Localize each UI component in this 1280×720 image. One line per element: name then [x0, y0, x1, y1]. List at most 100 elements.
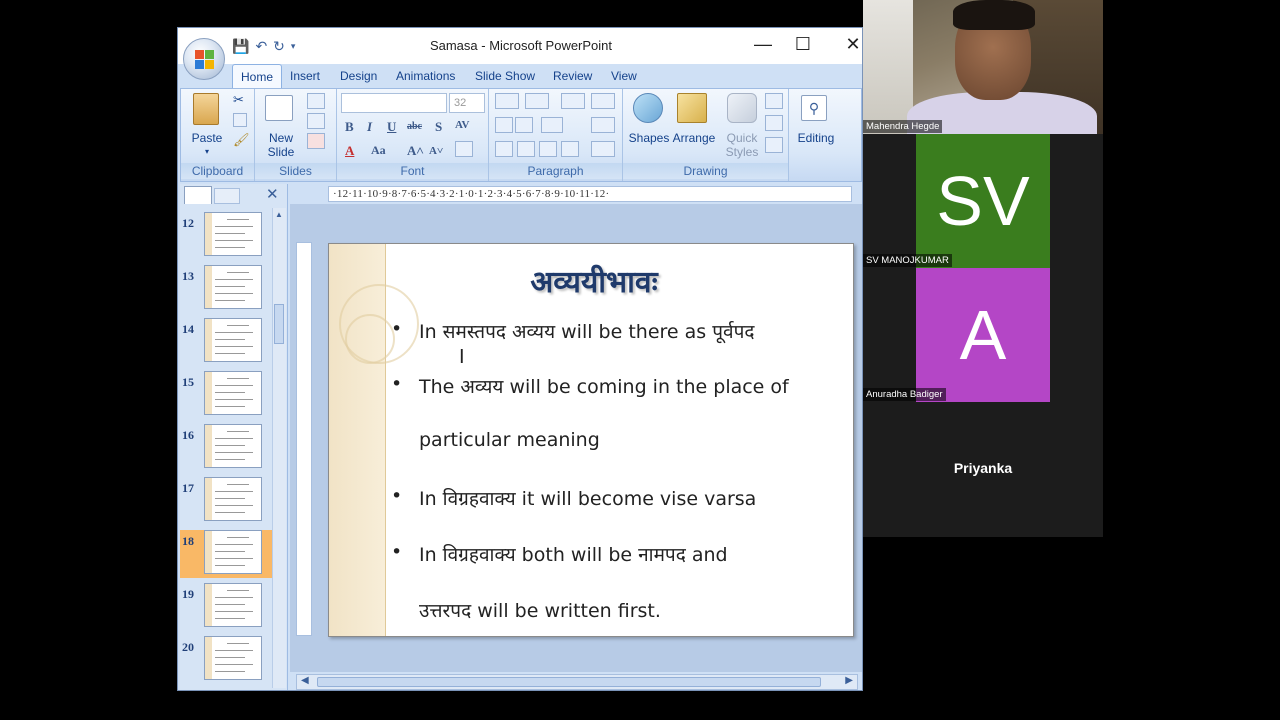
- slide-thumbnail[interactable]: 17: [180, 477, 280, 525]
- slide-thumbnail[interactable]: 18: [180, 530, 280, 578]
- align-text-icon[interactable]: [591, 117, 615, 133]
- close-panel-icon[interactable]: ✕: [266, 185, 279, 203]
- format-painter-icon[interactable]: 🖌: [233, 133, 250, 147]
- slide-thumbnail-image: [204, 530, 262, 574]
- tab-view[interactable]: View: [611, 69, 637, 83]
- shadow-icon[interactable]: S: [435, 119, 442, 135]
- close-button[interactable]: ✕: [838, 34, 862, 55]
- horizontal-scrollbar[interactable]: ◀ ▶: [296, 674, 858, 690]
- maximize-button[interactable]: ☐: [788, 34, 818, 55]
- shape-fill-icon[interactable]: [765, 93, 783, 109]
- font-name-box[interactable]: [341, 93, 447, 113]
- bullet-text[interactable]: In विग्रहवाक्य it will become vise varsa: [419, 485, 756, 511]
- slide-thumbnail[interactable]: 14: [180, 318, 280, 366]
- bullet-text-continued[interactable]: particular meaning: [419, 429, 600, 451]
- layout-icon[interactable]: [307, 93, 325, 109]
- undo-icon[interactable]: ↶: [255, 38, 267, 55]
- numbering-icon[interactable]: [525, 93, 549, 109]
- tab-home[interactable]: Home: [232, 64, 283, 88]
- cut-icon[interactable]: ✂: [233, 93, 244, 107]
- scroll-up-icon[interactable]: ▲: [275, 210, 283, 219]
- indent-icon[interactable]: [495, 117, 513, 133]
- shrink-font-icon[interactable]: A˅: [429, 145, 443, 157]
- line-spacing-icon[interactable]: [541, 117, 563, 133]
- underline-icon[interactable]: U: [387, 119, 396, 135]
- title-bar: Samasa - Microsoft PowerPoint 💾 ↶ ↻ ▾ — …: [178, 28, 862, 64]
- slide-number: 12: [182, 216, 194, 230]
- font-size-box[interactable]: 32: [449, 93, 485, 113]
- office-button[interactable]: [183, 38, 225, 80]
- tab-design[interactable]: Design: [340, 69, 377, 83]
- editing-button[interactable]: Editing: [791, 131, 841, 145]
- slide-thumbnail[interactable]: 20: [180, 636, 280, 684]
- slide-thumbnail[interactable]: 19: [180, 583, 280, 631]
- strikethrough-icon[interactable]: abc: [407, 121, 422, 132]
- slide-thumbnail[interactable]: 16: [180, 424, 280, 472]
- editing-group: ⚲ Editing: [793, 89, 837, 181]
- align-center-icon[interactable]: [517, 141, 535, 157]
- current-slide[interactable]: अव्ययीभावः • In समस्तपद अव्यय will be th…: [328, 243, 854, 637]
- paste-button[interactable]: Paste: [187, 131, 227, 145]
- reset-icon[interactable]: [307, 113, 325, 129]
- tab-insert[interactable]: Insert: [290, 69, 320, 83]
- participant-avatar-a[interactable]: A: [916, 268, 1050, 402]
- qat-dropdown-icon[interactable]: ▾: [291, 41, 296, 52]
- paste-dropdown-icon[interactable]: ▾: [201, 145, 213, 159]
- arrange-icon[interactable]: [677, 93, 707, 123]
- outdent-icon[interactable]: [515, 117, 533, 133]
- paste-icon[interactable]: [193, 93, 219, 125]
- scroll-left-icon[interactable]: ◀: [301, 675, 309, 686]
- change-case-icon[interactable]: Aa: [371, 143, 386, 158]
- new-slide-icon[interactable]: [265, 95, 293, 121]
- shape-effects-icon[interactable]: [765, 137, 783, 153]
- font-color-icon[interactable]: A: [345, 143, 354, 159]
- shapes-icon[interactable]: [633, 93, 663, 123]
- vertical-ruler: [296, 242, 312, 636]
- thumbnail-scroll-thumb[interactable]: [274, 304, 284, 344]
- bold-icon[interactable]: B: [345, 119, 354, 135]
- align-right-icon[interactable]: [539, 141, 557, 157]
- slide-thumbnail[interactable]: 12: [180, 212, 280, 260]
- save-icon[interactable]: 💾: [232, 38, 249, 55]
- clear-formatting-icon[interactable]: [455, 141, 473, 157]
- slides-tab-icon[interactable]: [184, 186, 212, 204]
- slide-number: 18: [182, 534, 194, 548]
- quick-styles-icon[interactable]: [727, 93, 757, 123]
- bullet-text-continued[interactable]: उत्तरपद will be written first.: [419, 597, 661, 623]
- slide-thumbnail[interactable]: 13: [180, 265, 280, 313]
- slide-title[interactable]: अव्ययीभावः: [479, 260, 709, 301]
- quick-styles-button[interactable]: Quick Styles: [719, 131, 765, 159]
- bullet-text[interactable]: In समस्तपद अव्यय will be there as पूर्वप…: [419, 318, 754, 344]
- tab-animations[interactable]: Animations: [396, 69, 455, 83]
- tab-review[interactable]: Review: [553, 69, 592, 83]
- smartart-icon[interactable]: [591, 141, 615, 157]
- copy-icon[interactable]: [233, 113, 247, 127]
- binoculars-icon[interactable]: ⚲: [801, 95, 827, 121]
- participant-avatar-sv[interactable]: SV: [916, 134, 1050, 268]
- thumbnail-scrollbar[interactable]: ▲: [272, 208, 286, 688]
- align-left-icon[interactable]: [495, 141, 513, 157]
- text-direction-icon[interactable]: [591, 93, 615, 109]
- bullet-text[interactable]: The अव्यय will be coming in the place of: [419, 373, 789, 399]
- participant-name-priyanka[interactable]: Priyanka: [863, 460, 1103, 476]
- arrange-button[interactable]: Arrange: [669, 131, 719, 145]
- character-spacing-icon[interactable]: AV: [455, 119, 469, 131]
- new-slide-button[interactable]: New Slide: [259, 131, 303, 159]
- grow-font-icon[interactable]: A˄: [407, 143, 424, 159]
- slide-thumbnail[interactable]: 15: [180, 371, 280, 419]
- tab-slide-show[interactable]: Slide Show: [475, 69, 535, 83]
- italic-icon[interactable]: I: [367, 119, 372, 135]
- shape-outline-icon[interactable]: [765, 115, 783, 131]
- minimize-button[interactable]: —: [748, 34, 778, 55]
- redo-icon[interactable]: ↻: [273, 38, 285, 55]
- delete-slide-icon[interactable]: [307, 133, 325, 149]
- justify-icon[interactable]: [561, 141, 579, 157]
- participant-video-mahendra[interactable]: Mahendra Hegde: [863, 0, 1103, 134]
- bullet-text[interactable]: In विग्रहवाक्य both will be नामपद and: [419, 541, 728, 567]
- horizontal-scroll-thumb[interactable]: [317, 677, 821, 687]
- scroll-right-icon[interactable]: ▶: [845, 675, 853, 686]
- bullets-icon[interactable]: [495, 93, 519, 109]
- decrease-indent-icon[interactable]: [561, 93, 585, 109]
- outline-tab-icon[interactable]: [214, 188, 240, 204]
- shapes-button[interactable]: Shapes: [627, 131, 671, 145]
